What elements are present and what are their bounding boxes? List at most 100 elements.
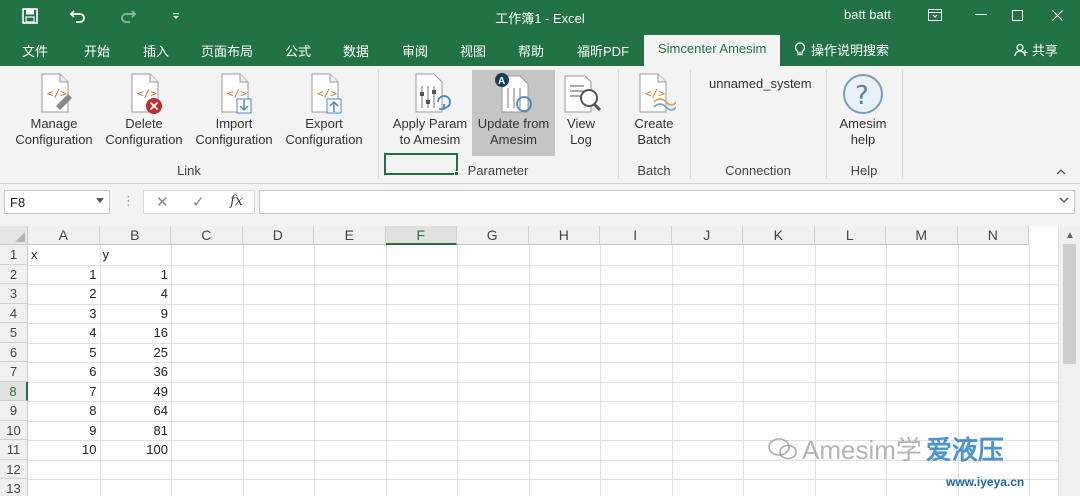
row-header-5[interactable]: 5 — [0, 323, 28, 343]
export-configuration-button[interactable]: </> Export Configuration — [280, 70, 368, 156]
cell-b1[interactable]: y — [100, 245, 172, 264]
cell-b2[interactable]: 1 — [100, 265, 172, 284]
tab-view[interactable]: 视图 — [460, 41, 486, 60]
update-from-amesim-button[interactable]: A Update from Amesim — [472, 70, 555, 156]
formula-input[interactable] — [259, 190, 1075, 214]
column-header-e[interactable]: E — [314, 226, 386, 245]
fill-handle[interactable] — [454, 171, 459, 176]
ribbon: </> Manage Configuration </> Delete Conf… — [0, 66, 1080, 184]
cell-b8[interactable]: 49 — [100, 382, 172, 401]
cell-a5[interactable]: 4 — [28, 323, 100, 342]
name-box-dropdown-icon[interactable] — [96, 195, 104, 205]
expand-formula-bar-icon[interactable] — [1059, 195, 1069, 206]
row-header-2[interactable]: 2 — [0, 264, 28, 284]
tab-foxit-pdf[interactable]: 福昕PDF — [577, 41, 629, 60]
row-header-1[interactable]: 1 — [0, 245, 28, 265]
row-header-6[interactable]: 6 — [0, 342, 28, 362]
insert-function-icon[interactable]: fx — [230, 193, 243, 209]
cell-b7[interactable]: 36 — [100, 362, 172, 381]
column-header-a[interactable]: A — [28, 226, 100, 245]
row-header-4[interactable]: 4 — [0, 303, 28, 323]
column-header-i[interactable]: I — [600, 226, 672, 245]
tab-simcenter-amesim[interactable]: Simcenter Amesim — [644, 35, 781, 66]
tab-file[interactable]: 文件 — [22, 41, 48, 60]
select-all-button[interactable] — [0, 226, 28, 245]
name-box[interactable]: F8 — [4, 190, 110, 214]
cell-a6[interactable]: 5 — [28, 343, 100, 362]
cell-b4[interactable]: 9 — [100, 304, 172, 323]
group-label-batch: Batch — [637, 163, 671, 178]
cell-b6[interactable]: 25 — [100, 343, 172, 362]
cancel-formula-icon[interactable]: ✕ — [156, 193, 169, 211]
row-header-9[interactable]: 9 — [0, 401, 28, 421]
grid-line — [671, 245, 673, 496]
import-configuration-button[interactable]: </> Import Configuration — [190, 70, 278, 156]
amesim-help-button[interactable]: ? Amesim help — [834, 70, 892, 156]
tab-page-layout[interactable]: 页面布局 — [201, 41, 253, 60]
tell-me-search[interactable]: 操作说明搜索 — [794, 40, 889, 59]
column-header-l[interactable]: L — [814, 226, 886, 245]
export-configuration-label: Export Configuration — [285, 116, 363, 147]
amesim-help-label: Amesim help — [839, 116, 887, 147]
formula-bar: F8 ⋮ ✕ ✓ fx — [0, 184, 1080, 228]
column-header-c[interactable]: C — [171, 226, 243, 245]
tab-insert[interactable]: 插入 — [143, 41, 169, 60]
view-log-button[interactable]: View Log — [556, 70, 606, 156]
minimize-icon[interactable] — [966, 4, 996, 26]
column-header-d[interactable]: D — [242, 226, 314, 245]
row-header-12[interactable]: 12 — [0, 459, 28, 479]
close-icon[interactable] — [1042, 4, 1072, 26]
column-header-j[interactable]: J — [671, 226, 743, 245]
delete-configuration-button[interactable]: </> Delete Configuration — [100, 70, 188, 156]
cell-b5[interactable]: 16 — [100, 323, 172, 342]
scroll-up-icon[interactable]: ▲ — [1065, 230, 1075, 241]
row-header-8[interactable]: 8 — [0, 381, 28, 401]
cell-b11[interactable]: 100 — [100, 440, 172, 459]
manage-configuration-button[interactable]: </> Manage Configuration — [10, 70, 98, 156]
cell-a1[interactable]: x — [28, 245, 100, 264]
row-header-13[interactable]: 13 — [0, 479, 28, 496]
tab-home[interactable]: 开始 — [84, 41, 110, 60]
formula-bar-grip-icon: ⋮ — [122, 193, 135, 208]
user-name[interactable]: batt batt — [844, 7, 891, 22]
cell-a8[interactable]: 7 — [28, 382, 100, 401]
cell-b10[interactable]: 81 — [100, 421, 172, 440]
cell-b9[interactable]: 64 — [100, 401, 172, 420]
cell-a4[interactable]: 3 — [28, 304, 100, 323]
grid-line — [1029, 245, 1030, 496]
collapse-ribbon-icon[interactable] — [1056, 166, 1066, 178]
cell-a3[interactable]: 2 — [28, 284, 100, 303]
tab-data[interactable]: 数据 — [343, 41, 369, 60]
cell-a7[interactable]: 6 — [28, 362, 100, 381]
column-header-h[interactable]: H — [528, 226, 600, 245]
row-header-3[interactable]: 3 — [0, 284, 28, 304]
share-button[interactable]: 共享 — [1014, 40, 1058, 59]
cell-a9[interactable]: 8 — [28, 401, 100, 420]
cell-b3[interactable]: 4 — [100, 284, 172, 303]
row-header-10[interactable]: 10 — [0, 420, 28, 440]
cell-a2[interactable]: 1 — [28, 265, 100, 284]
tab-help[interactable]: 帮助 — [518, 41, 544, 60]
scroll-thumb[interactable] — [1063, 244, 1076, 364]
enter-formula-icon[interactable]: ✓ — [192, 193, 205, 211]
group-separator — [378, 70, 379, 178]
apply-param-button[interactable]: Apply Param to Amesim — [388, 70, 472, 156]
tab-review[interactable]: 审阅 — [402, 41, 428, 60]
tab-formulas[interactable]: 公式 — [285, 41, 311, 60]
column-header-f[interactable]: F — [385, 226, 457, 245]
cell-a11[interactable]: 10 — [28, 440, 100, 459]
lightbulb-icon — [794, 42, 806, 56]
ribbon-display-options-icon[interactable] — [920, 4, 950, 26]
group-separator — [826, 70, 827, 178]
column-header-n[interactable]: N — [957, 226, 1029, 245]
column-header-b[interactable]: B — [99, 226, 171, 245]
column-header-k[interactable]: K — [743, 226, 815, 245]
maximize-icon[interactable] — [1002, 4, 1032, 26]
vertical-scrollbar[interactable]: ▲ — [1058, 226, 1080, 496]
row-header-7[interactable]: 7 — [0, 362, 28, 382]
row-header-11[interactable]: 11 — [0, 440, 28, 460]
column-header-m[interactable]: M — [886, 226, 958, 245]
cell-a10[interactable]: 9 — [28, 421, 100, 440]
column-header-g[interactable]: G — [457, 226, 529, 245]
create-batch-button[interactable]: </> Create Batch — [626, 70, 682, 156]
